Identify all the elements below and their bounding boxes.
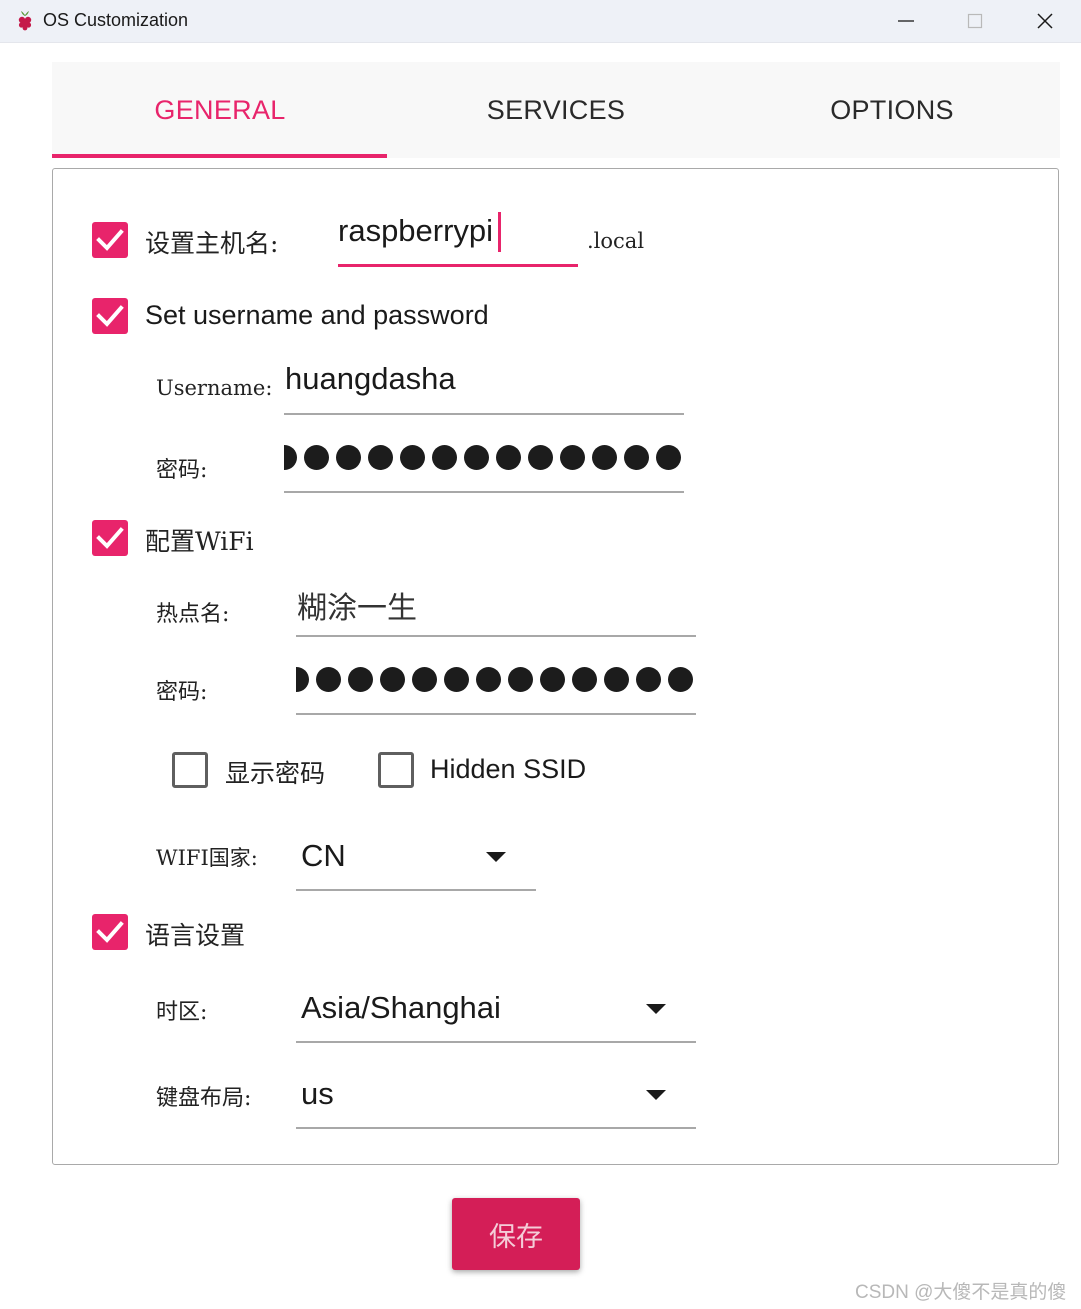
ssid-input[interactable]: 糊涂一生 <box>297 583 417 627</box>
wifi-section-label: 配置WiFi <box>145 527 254 556</box>
locale-section-label: 语言设置 <box>145 921 246 950</box>
dropdown-arrow-icon <box>646 1004 666 1014</box>
show-password-checkbox[interactable] <box>172 752 208 788</box>
timezone-underline <box>296 1041 696 1043</box>
close-button[interactable] <box>1015 0 1075 42</box>
wifi-password-underline <box>296 713 696 715</box>
keyboard-underline <box>296 1127 696 1129</box>
show-password-label: 显示密码 <box>225 759 326 788</box>
hostname-suffix: .local <box>587 229 645 253</box>
hostname-label: 设置主机名: <box>145 229 279 258</box>
tab-general[interactable]: GENERAL <box>52 62 388 158</box>
username-input-underline <box>284 413 684 415</box>
window-title: OS Customization <box>43 10 189 30</box>
wifi-country-underline <box>296 889 536 891</box>
user-password-label: 密码: <box>156 458 208 483</box>
maximize-button[interactable] <box>945 0 1005 42</box>
timezone-value: Asia/Shanghai <box>301 990 501 1025</box>
hostname-input-underline <box>338 264 578 267</box>
username-input[interactable]: huangdasha <box>285 361 456 397</box>
text-caret <box>498 212 501 252</box>
keyboard-label: 键盘布局: <box>156 1086 252 1111</box>
maximize-icon <box>967 13 983 29</box>
title-bar: OS Customization <box>0 0 1081 43</box>
user-checkbox[interactable] <box>92 298 128 334</box>
locale-checkbox[interactable] <box>92 914 128 950</box>
hostname-input[interactable]: raspberrypi <box>338 213 493 249</box>
hidden-ssid-label: Hidden SSID <box>430 754 587 784</box>
save-button[interactable]: 保存 <box>452 1198 580 1270</box>
minimize-icon <box>898 20 914 22</box>
wifi-password-label: 密码: <box>156 680 208 705</box>
wifi-country-value: CN <box>301 838 346 873</box>
watermark: CSDN @大傻不是真的傻 <box>855 1282 1067 1303</box>
tab-services[interactable]: SERVICES <box>388 62 724 158</box>
check-icon <box>96 229 124 251</box>
user-password-underline <box>284 491 684 493</box>
wifi-checkbox[interactable] <box>92 520 128 556</box>
wifi-password-input[interactable] <box>296 666 696 696</box>
ssid-label: 热点名: <box>156 602 230 627</box>
dropdown-arrow-icon <box>646 1090 666 1100</box>
wifi-country-label: WIFI国家: <box>156 846 258 870</box>
close-icon <box>1037 13 1053 29</box>
active-tab-indicator <box>52 154 387 158</box>
hostname-checkbox[interactable] <box>92 222 128 258</box>
check-icon <box>96 305 124 327</box>
ssid-input-underline <box>296 635 696 637</box>
user-password-input[interactable] <box>284 444 684 474</box>
timezone-label: 时区: <box>156 1000 208 1025</box>
dropdown-arrow-icon <box>486 852 506 862</box>
check-icon <box>96 921 124 943</box>
raspberry-pi-icon <box>18 11 32 31</box>
tab-bar: GENERAL SERVICES OPTIONS <box>52 62 1060 158</box>
check-icon <box>96 527 124 549</box>
user-section-label: Set username and password <box>145 300 489 330</box>
minimize-button[interactable] <box>876 0 936 42</box>
username-label: Username: <box>156 376 273 400</box>
keyboard-value: us <box>301 1076 334 1111</box>
tab-options[interactable]: OPTIONS <box>724 62 1060 158</box>
hidden-ssid-checkbox[interactable] <box>378 752 414 788</box>
